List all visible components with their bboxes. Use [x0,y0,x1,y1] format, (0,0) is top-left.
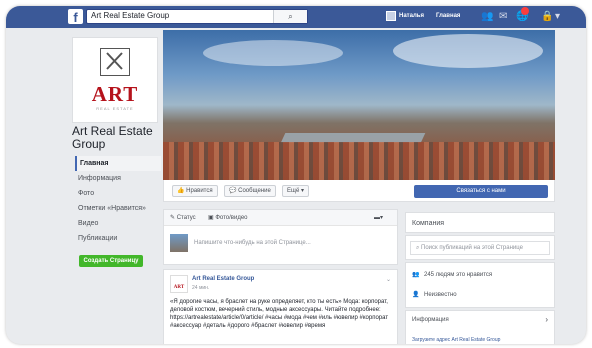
page-navigation: Главная Информация Фото Отметки «Нравитс… [75,156,161,246]
post-author-link[interactable]: Art Real Estate Group [192,276,254,282]
facebook-top-bar: f Art Real Estate Group ⌕ Наталья Главна… [6,6,586,28]
composer-input[interactable]: Напишите что-нибудь на этой Странице... [194,240,311,246]
post-composer: ✎ Статус ▣ Фото/видео ▬▾ Напишите что-ни… [163,209,398,265]
people-icon: 👥 [412,272,420,278]
composer-tabs: ✎ Статус ▣ Фото/видео ▬▾ [164,210,397,226]
nav-item-info[interactable]: Информация [75,171,161,186]
facebook-logo-icon[interactable]: f [68,9,83,25]
cloud [393,34,543,68]
post-author-avatar[interactable]: ART [170,275,188,293]
page-action-bar: 👍 Нравится 💬 Сообщение Ещё ▾ Связаться с… [163,180,555,202]
community-box: Компания [405,212,555,233]
page-stats-box: 👥 245 людям это нравится 👤 Неизвестно [405,262,555,308]
nav-item-likes[interactable]: Отметки «Нравится» [75,201,161,216]
info-title[interactable]: Информация [412,317,449,323]
community-title[interactable]: Компания [412,220,444,227]
visits-label: Неизвестно [424,292,457,298]
composer-avatar [170,234,188,252]
likes-count: 245 людям это нравится [424,272,493,278]
cover-photo[interactable] [163,30,555,180]
tab-status[interactable]: ✎ Статус [170,214,196,221]
messages-icon[interactable]: ✉ [499,10,507,24]
search-bar[interactable]: Art Real Estate Group ⌕ [86,9,308,24]
feed-post: ART Art Real Estate Group 24 мин. ⌄ «Я д… [163,269,398,344]
post-menu-chevron-icon[interactable]: ⌄ [386,276,391,283]
page-search-placeholder: Поиск публикаций на этой Странице [421,245,523,251]
visits-stat[interactable]: 👤 Неизвестно [412,291,457,298]
post-timestamp[interactable]: 24 мин. [192,285,209,291]
account-menu-icon[interactable]: ▾ [555,10,560,24]
info-address-link[interactable]: Загрузите адрес Art Real Estate Group [412,337,500,343]
logo-subtext: REAL ESTATE [96,106,134,111]
home-link[interactable]: Главная [436,13,460,19]
privacy-lock-icon[interactable]: 🔒 [541,10,553,24]
nav-item-posts[interactable]: Публикации [75,231,161,246]
profile-picture[interactable]: ART REAL ESTATE [72,37,158,123]
page-search-input[interactable]: ⌕ Поиск публикаций на этой Странице [410,241,550,255]
like-label: Нравится [186,188,213,194]
friend-requests-icon[interactable]: 👥 [481,10,493,24]
like-button[interactable]: 👍 Нравится [172,185,218,197]
tab-photo-label: Фото/видео [215,215,248,221]
chevron-right-icon[interactable]: › [545,315,548,324]
search-icon[interactable]: ⌕ [273,10,307,23]
more-label: Ещё ▾ [287,188,304,194]
likes-stat[interactable]: 👥 245 людям это нравится [412,271,492,278]
tab-status-label: Статус [176,215,196,221]
search-input[interactable]: Art Real Estate Group [91,11,169,20]
create-page-button[interactable]: Создать Страницу [79,255,143,267]
nav-item-videos[interactable]: Видео [75,216,161,231]
post-avatar-logo: ART [173,285,185,290]
nav-item-home[interactable]: Главная [75,156,161,171]
thumbs-up-icon: 👍 [177,188,187,194]
notification-badge [521,7,529,15]
message-label: Сообщение [238,188,271,194]
city-rooftops [163,142,555,180]
user-avatar[interactable] [386,11,396,21]
contact-us-button[interactable]: Связаться с нами [414,185,548,198]
page-title[interactable]: Art Real Estate Group [72,125,162,151]
cloud [203,40,343,66]
user-name-link[interactable]: Наталья [399,13,424,19]
composer-options-icon[interactable]: ▬▾ [374,214,383,221]
message-icon: 💬 [229,188,239,194]
browser-window: f Art Real Estate Group ⌕ Наталья Главна… [6,6,586,344]
info-box: Информация › Загрузите адрес Art Real Es… [405,310,555,344]
logo-emblem [100,48,130,76]
more-button[interactable]: Ещё ▾ [282,185,309,197]
logo-text: ART [91,82,139,106]
tab-photo-video[interactable]: ▣ Фото/видео [208,214,248,221]
page-search-box: ⌕ Поиск публикаций на этой Странице [405,235,555,260]
person-icon: 👤 [412,292,420,298]
message-button[interactable]: 💬 Сообщение [224,185,276,197]
post-body: «Я дорогие часы, я браслет на руке опред… [170,299,389,329]
nav-item-photos[interactable]: Фото [75,186,161,201]
